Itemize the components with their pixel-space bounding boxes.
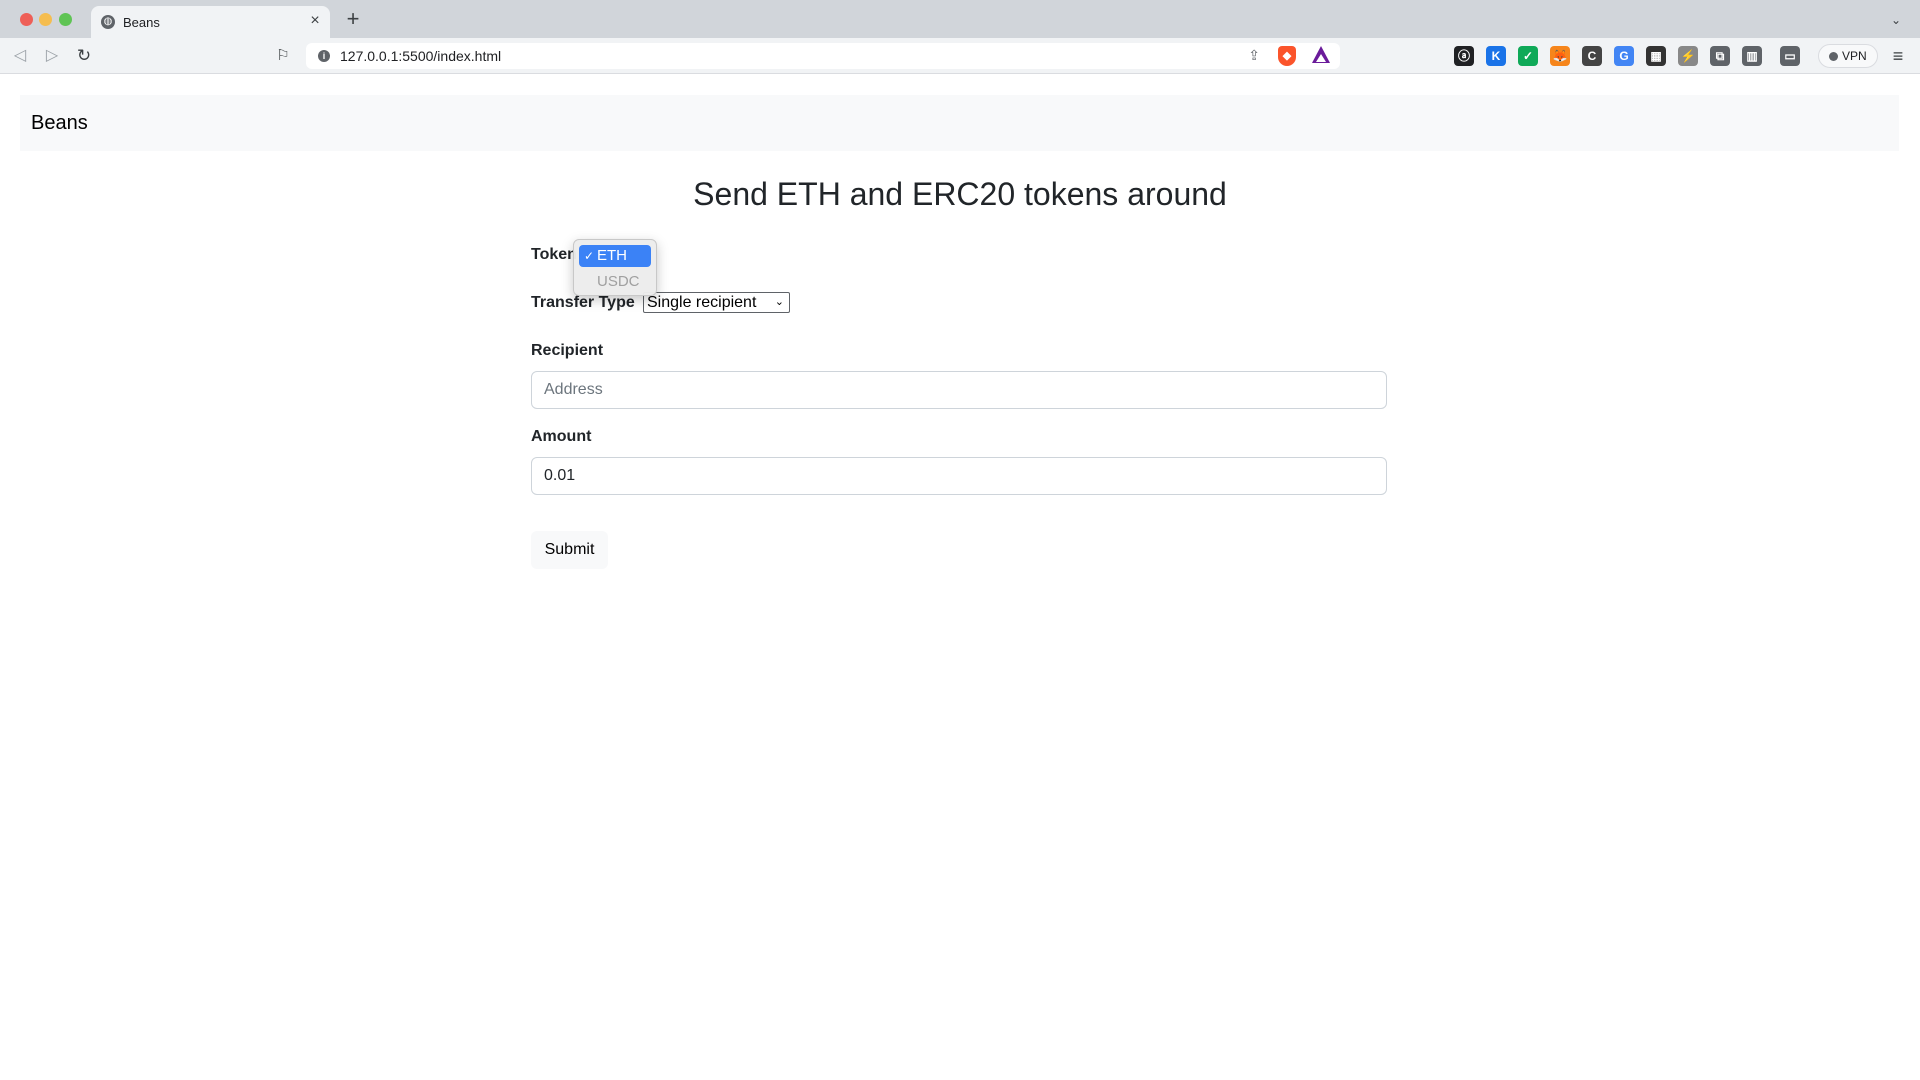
token-option-usdc[interactable]: USDC [579,271,651,293]
chevron-down-icon: ⌄ [774,296,784,308]
token-dropdown-menu: ✓ ETH USDC [573,239,657,296]
sidebar-icon[interactable]: ▥ [1742,46,1762,66]
puzzle-extensions-icon[interactable]: ⧉ [1710,46,1730,66]
globe-icon: ◍ [101,15,115,29]
transfer-type-value: Single recipient [647,294,757,311]
amount-input[interactable]: 0.01 [531,457,1387,495]
site-info-icon[interactable]: i [318,50,330,62]
vpn-button[interactable]: VPN [1818,44,1878,68]
url-text[interactable]: 127.0.0.1:5500/index.html [340,48,501,64]
translate-icon[interactable]: G [1614,46,1634,66]
navbar-brand[interactable]: Beans [31,112,88,135]
transfer-type-label: Transfer Type [531,294,635,311]
k-extension-icon[interactable]: K [1486,46,1506,66]
submit-button[interactable]: Submit [531,531,608,569]
share-icon[interactable]: ⇪ [1248,47,1260,64]
c-extension-icon[interactable]: C [1582,46,1602,66]
close-icon[interactable]: × [306,12,324,30]
address-bar[interactable]: i 127.0.0.1:5500/index.html ⇪ ◆ [306,43,1340,69]
token-option-eth[interactable]: ✓ ETH [579,245,651,267]
rewards-triangle [1316,54,1326,62]
page-title: Send ETH and ERC20 tokens around [693,176,1227,212]
vpn-status-icon [1829,52,1838,61]
back-arrow-icon[interactable]: ◁ [10,46,30,66]
chevron-down-icon[interactable]: ⌄ [1888,12,1904,28]
grid-extension-icon[interactable]: ▦ [1646,46,1666,66]
lightning-extension-icon[interactable]: ⚡ [1678,46,1698,66]
new-tab-button[interactable]: + [342,8,364,31]
metamask-fox-icon[interactable]: 🦊 [1550,46,1570,66]
token-option-label: USDC [597,273,640,290]
vpn-label: VPN [1842,49,1867,63]
amount-label: Amount [531,428,592,445]
recipient-label: Recipient [531,342,604,359]
tab-title: Beans [123,15,160,30]
checkmark-icon: ✓ [584,249,595,263]
wallet-icon[interactable]: ▭ [1780,46,1800,66]
page-navbar: Beans [20,95,1899,151]
token-option-label: ETH [597,247,627,264]
browser-toolbar: ◁ ▷ ↻ ⚐ i 127.0.0.1:5500/index.html ⇪ ◆ … [0,38,1920,74]
token-label: Token [531,246,577,263]
forward-arrow-icon[interactable]: ▷ [42,46,62,66]
maximize-window-button[interactable] [59,13,72,26]
tab-beans[interactable]: ◍ Beans × [91,6,330,38]
minimize-window-button[interactable] [39,13,52,26]
recipient-input[interactable]: Address [531,371,1387,409]
a-extension-icon[interactable]: ⓐ [1454,46,1474,66]
green-extension-icon[interactable]: ✓ [1518,46,1538,66]
transfer-type-select[interactable]: Single recipient ⌄ [643,292,790,313]
hamburger-menu-icon[interactable]: ≡ [1888,46,1908,66]
reload-icon[interactable]: ↻ [74,46,94,66]
tab-bar: ◍ Beans × + ⌄ [0,0,1920,38]
close-window-button[interactable] [20,13,33,26]
brave-shield-icon[interactable]: ◆ [1278,46,1296,66]
bookmark-icon[interactable]: ⚐ [274,46,292,66]
